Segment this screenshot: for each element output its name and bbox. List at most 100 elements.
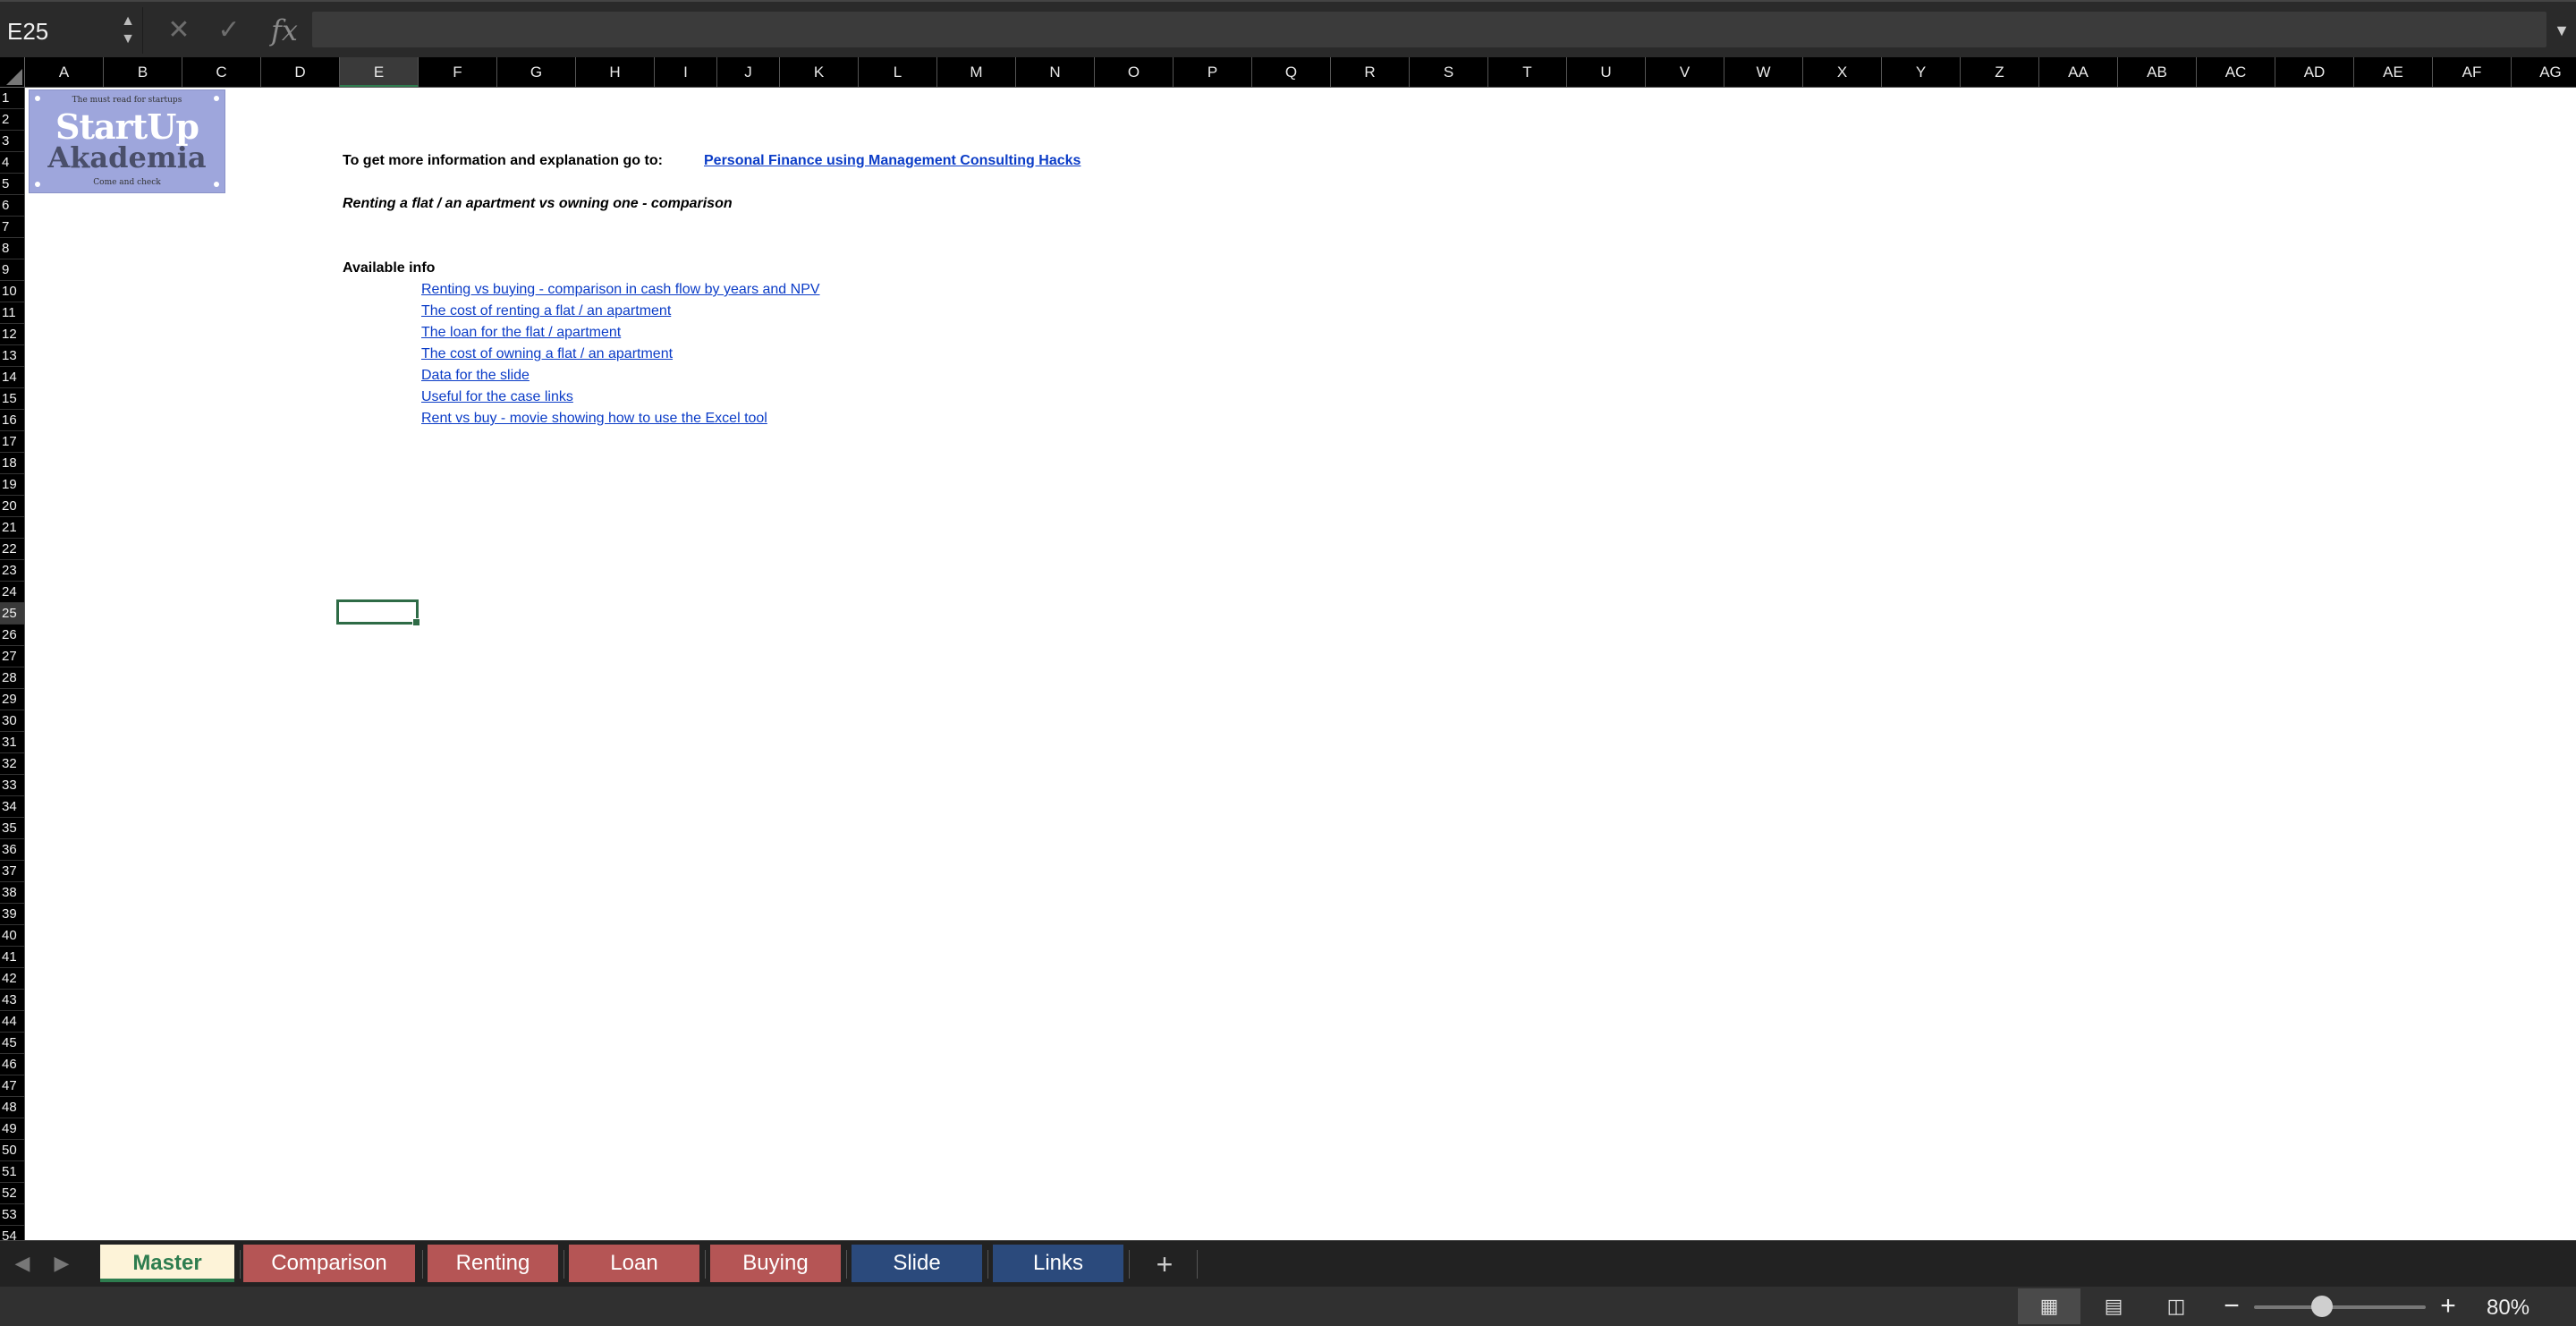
- row-header-20[interactable]: 20: [0, 496, 24, 517]
- column-header-f[interactable]: F: [419, 57, 497, 87]
- column-header-h[interactable]: H: [576, 57, 655, 87]
- row-header-4[interactable]: 4: [0, 152, 24, 174]
- row-header-6[interactable]: 6: [0, 195, 24, 217]
- zoom-slider-thumb[interactable]: [2311, 1296, 2333, 1317]
- column-header-y[interactable]: Y: [1882, 57, 1961, 87]
- link-data-for-slide[interactable]: Data for the slide: [421, 368, 530, 384]
- row-header-24[interactable]: 24: [0, 582, 24, 603]
- column-header-z[interactable]: Z: [1961, 57, 2039, 87]
- select-all-corner[interactable]: [0, 57, 25, 88]
- column-header-ag[interactable]: AG: [2512, 57, 2576, 87]
- column-header-af[interactable]: AF: [2433, 57, 2512, 87]
- name-box-stepper-icon[interactable]: ▲ ▼: [119, 13, 137, 48]
- zoom-slider[interactable]: [2254, 1305, 2426, 1309]
- column-header-x[interactable]: X: [1803, 57, 1882, 87]
- row-header-49[interactable]: 49: [0, 1118, 24, 1140]
- row-header-45[interactable]: 45: [0, 1033, 24, 1054]
- row-header-22[interactable]: 22: [0, 539, 24, 560]
- row-header-2[interactable]: 2: [0, 109, 24, 131]
- column-header-w[interactable]: W: [1724, 57, 1803, 87]
- row-header-29[interactable]: 29: [0, 689, 24, 710]
- row-header-54[interactable]: 54: [0, 1226, 24, 1240]
- column-header-g[interactable]: G: [497, 57, 576, 87]
- column-header-s[interactable]: S: [1410, 57, 1488, 87]
- column-header-ab[interactable]: AB: [2118, 57, 2197, 87]
- tab-slide[interactable]: Slide: [852, 1245, 982, 1282]
- row-header-43[interactable]: 43: [0, 990, 24, 1011]
- page-layout-view-icon[interactable]: ▤: [2082, 1288, 2145, 1324]
- row-header-50[interactable]: 50: [0, 1140, 24, 1161]
- row-header-5[interactable]: 5: [0, 174, 24, 195]
- column-header-ac[interactable]: AC: [2197, 57, 2275, 87]
- row-header-38[interactable]: 38: [0, 882, 24, 904]
- row-header-46[interactable]: 46: [0, 1054, 24, 1075]
- link-loan[interactable]: The loan for the flat / apartment: [421, 325, 621, 341]
- row-header-9[interactable]: 9: [0, 259, 24, 281]
- row-header-37[interactable]: 37: [0, 861, 24, 882]
- row-header-35[interactable]: 35: [0, 818, 24, 839]
- prev-sheet-icon[interactable]: ◀: [9, 1250, 36, 1277]
- row-header-39[interactable]: 39: [0, 904, 24, 925]
- column-header-t[interactable]: T: [1488, 57, 1567, 87]
- row-header-15[interactable]: 15: [0, 388, 24, 410]
- column-header-j[interactable]: J: [717, 57, 780, 87]
- row-header-23[interactable]: 23: [0, 560, 24, 582]
- row-header-27[interactable]: 27: [0, 646, 24, 667]
- column-header-b[interactable]: B: [104, 57, 182, 87]
- row-header-28[interactable]: 28: [0, 667, 24, 689]
- row-header-51[interactable]: 51: [0, 1161, 24, 1183]
- row-header-33[interactable]: 33: [0, 775, 24, 796]
- link-rent-vs-buy-movie[interactable]: Rent vs buy - movie showing how to use t…: [421, 411, 767, 427]
- row-header-21[interactable]: 21: [0, 517, 24, 539]
- row-header-30[interactable]: 30: [0, 710, 24, 732]
- row-header-47[interactable]: 47: [0, 1075, 24, 1097]
- row-header-8[interactable]: 8: [0, 238, 24, 259]
- tab-master[interactable]: Master: [100, 1245, 234, 1282]
- row-header-53[interactable]: 53: [0, 1204, 24, 1226]
- row-header-18[interactable]: 18: [0, 453, 24, 474]
- row-header-10[interactable]: 10: [0, 281, 24, 302]
- row-header-34[interactable]: 34: [0, 796, 24, 818]
- row-header-25[interactable]: 25: [0, 603, 24, 625]
- spreadsheet-grid[interactable]: The must read for startups StartUp Akade…: [25, 88, 2576, 1240]
- row-header-32[interactable]: 32: [0, 753, 24, 775]
- column-header-aa[interactable]: AA: [2039, 57, 2118, 87]
- confirm-check-icon[interactable]: ✓: [211, 13, 247, 48]
- column-header-d[interactable]: D: [261, 57, 340, 87]
- column-header-m[interactable]: M: [937, 57, 1016, 87]
- column-header-n[interactable]: N: [1016, 57, 1095, 87]
- row-header-44[interactable]: 44: [0, 1011, 24, 1033]
- zoom-in-icon[interactable]: +: [2435, 1290, 2462, 1322]
- name-box[interactable]: E25 ▲ ▼: [0, 7, 143, 54]
- function-fx-icon[interactable]: fx: [267, 13, 302, 48]
- link-renting-vs-buying[interactable]: Renting vs buying - comparison in cash f…: [421, 282, 820, 298]
- row-header-7[interactable]: 7: [0, 217, 24, 238]
- column-header-l[interactable]: L: [859, 57, 937, 87]
- normal-view-icon[interactable]: ▦: [2018, 1288, 2080, 1324]
- column-header-v[interactable]: V: [1646, 57, 1724, 87]
- row-header-26[interactable]: 26: [0, 625, 24, 646]
- tab-loan[interactable]: Loan: [569, 1245, 699, 1282]
- row-header-52[interactable]: 52: [0, 1183, 24, 1204]
- link-useful-case-links[interactable]: Useful for the case links: [421, 389, 573, 405]
- tab-comparison[interactable]: Comparison: [243, 1245, 415, 1282]
- add-sheet-icon[interactable]: +: [1147, 1248, 1182, 1280]
- column-header-a[interactable]: A: [25, 57, 104, 87]
- row-header-12[interactable]: 12: [0, 324, 24, 345]
- column-header-ad[interactable]: AD: [2275, 57, 2354, 87]
- chevron-down-icon[interactable]: ▼: [2551, 21, 2572, 39]
- row-header-14[interactable]: 14: [0, 367, 24, 388]
- next-sheet-icon[interactable]: ▶: [48, 1250, 75, 1277]
- row-header-11[interactable]: 11: [0, 302, 24, 324]
- info-link[interactable]: Personal Finance using Management Consul…: [704, 153, 1080, 169]
- column-header-k[interactable]: K: [780, 57, 859, 87]
- row-header-36[interactable]: 36: [0, 839, 24, 861]
- column-header-p[interactable]: P: [1174, 57, 1252, 87]
- column-header-c[interactable]: C: [182, 57, 261, 87]
- tab-buying[interactable]: Buying: [710, 1245, 841, 1282]
- selected-cell-e25[interactable]: [336, 599, 420, 626]
- link-cost-of-renting[interactable]: The cost of renting a flat / an apartmen…: [421, 303, 671, 319]
- page-break-preview-icon[interactable]: ◫: [2145, 1288, 2207, 1324]
- formula-input[interactable]: [311, 11, 2547, 48]
- zoom-level[interactable]: 80%: [2487, 1296, 2529, 1321]
